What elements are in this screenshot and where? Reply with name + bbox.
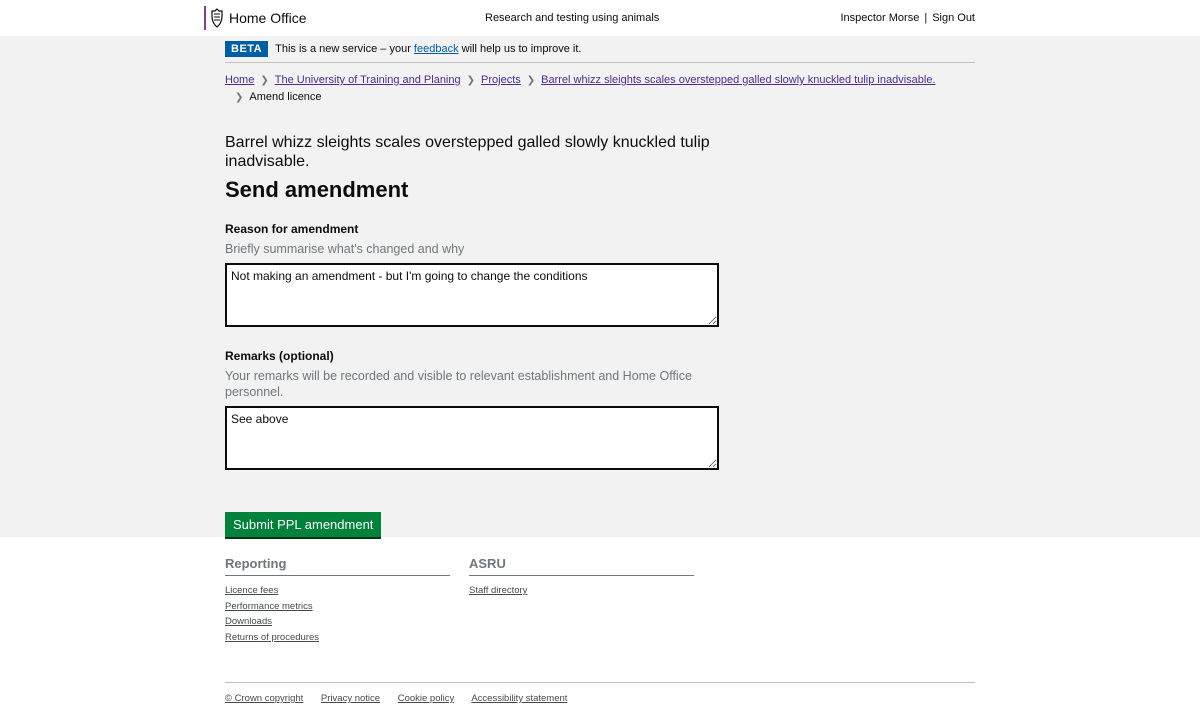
footer-reporting-links: Licence fees Performance metrics Downloa…: [225, 583, 450, 645]
user-name-link[interactable]: Inspector Morse: [840, 12, 919, 24]
breadcrumb-project[interactable]: Barrel whizz sleights scales overstepped…: [541, 74, 935, 86]
crest-icon: [211, 8, 223, 28]
page-title: Send amendment: [225, 177, 409, 202]
footer-asru-heading: ASRU: [469, 556, 694, 576]
service-name[interactable]: Research and testing using animals: [485, 12, 659, 24]
main-container: BETA This is a new service – your feedba…: [225, 36, 975, 537]
breadcrumb-current: Amend licence: [249, 91, 322, 103]
sign-out-link[interactable]: Sign Out: [932, 12, 975, 24]
breadcrumb-establishment[interactable]: The University of Training and Planing: [275, 74, 461, 86]
performance-metrics-link[interactable]: Performance metrics: [225, 601, 313, 612]
submit-amendment-button[interactable]: Submit PPL amendment: [225, 512, 382, 537]
list-item: Performance metrics: [225, 599, 450, 615]
project-title: Barrel whizz sleights scales overstepped…: [225, 134, 710, 170]
remarks-label: Remarks (optional): [225, 349, 334, 363]
footer-reporting-heading: Reporting: [225, 556, 450, 576]
returns-of-procedures-link[interactable]: Returns of procedures: [225, 632, 319, 643]
user-nav: Inspector Morse | Sign Out: [840, 12, 975, 24]
footer-asru-links: Staff directory: [469, 583, 694, 599]
phase-banner-text: This is a new service – your feedback wi…: [275, 43, 581, 55]
reason-label: Reason for amendment: [225, 222, 359, 236]
site-header: Home Office Research and testing using a…: [0, 0, 1200, 36]
list-item: Staff directory: [469, 583, 694, 599]
footer-reporting: Reporting Licence fees Performance metri…: [225, 556, 450, 645]
phase-text-before: This is a new service – your: [275, 43, 411, 55]
list-item: Downloads: [225, 614, 450, 630]
chevron-right-icon: ❯: [526, 75, 536, 86]
downloads-link[interactable]: Downloads: [225, 616, 272, 627]
chevron-right-icon: ❯: [466, 75, 476, 86]
footer-asru: ASRU Staff directory: [469, 556, 694, 599]
accessibility-statement-link[interactable]: Accessibility statement: [471, 693, 567, 704]
privacy-notice-link[interactable]: Privacy notice: [321, 693, 380, 704]
main-content: BETA This is a new service – your feedba…: [0, 36, 1200, 537]
header-inner: Home Office Research and testing using a…: [204, 0, 975, 36]
reason-hint: Briefly summarise what's changed and why: [225, 242, 465, 256]
list-item: Returns of procedures: [225, 630, 450, 646]
breadcrumb-projects[interactable]: Projects: [481, 74, 521, 86]
breadcrumb-line-2: ❯ Amend licence: [229, 89, 975, 106]
footer-meta: © Crown copyright Privacy notice Cookie …: [225, 682, 975, 704]
home-office-logo[interactable]: Home Office: [204, 6, 307, 30]
staff-directory-link[interactable]: Staff directory: [469, 585, 527, 596]
breadcrumb-home[interactable]: Home: [225, 74, 254, 86]
breadcrumb: Home ❯ The University of Training and Plan…: [225, 72, 975, 106]
cookie-policy-link[interactable]: Cookie policy: [398, 693, 455, 704]
brand-name: Home Office: [229, 10, 307, 26]
remarks-textarea[interactable]: See above: [225, 406, 719, 470]
licence-fees-link[interactable]: Licence fees: [225, 585, 278, 596]
reason-textarea[interactable]: Not making an amendment - but I'm going …: [225, 263, 719, 327]
phase-text-after: will help us to improve it.: [461, 43, 582, 55]
chevron-right-icon: ❯: [235, 92, 244, 103]
phase-banner: BETA This is a new service – your feedba…: [225, 36, 975, 63]
crown-copyright-link[interactable]: © Crown copyright: [225, 693, 303, 704]
beta-tag: BETA: [225, 41, 269, 57]
site-footer: Reporting Licence fees Performance metri…: [0, 537, 1200, 723]
user-nav-separator: |: [924, 12, 928, 24]
feedback-link[interactable]: feedback: [414, 43, 459, 55]
list-item: Licence fees: [225, 583, 450, 599]
remarks-hint: Your remarks will be recorded and visibl…: [225, 369, 692, 399]
chevron-right-icon: ❯: [260, 75, 269, 86]
